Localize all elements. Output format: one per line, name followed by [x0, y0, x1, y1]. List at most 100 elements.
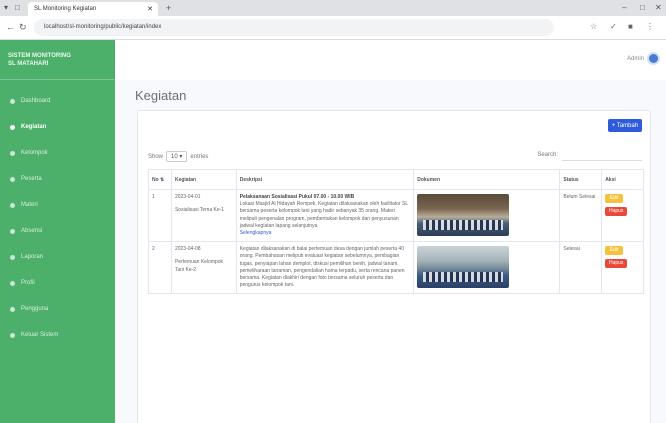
kegiatan-card: + Tambah Show 10 ▾ entries Search: No ⇅ …: [137, 110, 651, 423]
col-header-aksi[interactable]: Aksi: [601, 169, 644, 190]
sidebar-item-laporan[interactable]: Laporan: [0, 244, 115, 270]
kegiatan-name: Pertemuan Kelompok Tani Ke-2: [174, 259, 224, 273]
topbar: Admin: [115, 40, 666, 80]
browser-tab-bar: ▾ □ SL Monitoring Kegiatan ✕ + – □ ✕: [0, 0, 666, 16]
activity-photo[interactable]: [417, 194, 510, 236]
kegiatan-table: No ⇅ Kegiatan Deskripsi Dokumen Status A…: [148, 169, 644, 295]
address-bar-row: ← ↻ localhost/sl-monitoring/public/kegia…: [0, 16, 666, 40]
cell-status: Selesai: [559, 241, 603, 295]
sidebar-item-dashboard[interactable]: Dashboard: [0, 88, 115, 114]
sidebar-item-keluar[interactable]: Keluar Sistem: [0, 322, 115, 348]
avatar[interactable]: [647, 52, 660, 65]
sidebar-item-label: Kegiatan: [21, 124, 47, 130]
absensi-icon: [10, 228, 15, 234]
extensions-icon[interactable]: ✓: [610, 22, 617, 31]
entries-control: Show 10 ▾ entries: [148, 151, 208, 162]
header-label: Kegiatan: [174, 176, 197, 183]
edit-button[interactable]: Edit: [605, 246, 624, 256]
sidebar-item-label: Kelompok: [21, 150, 48, 156]
header-label: Deskripsi: [239, 176, 263, 183]
deskripsi-text: Kegiatan dilaksanakan di balai pertemuan…: [239, 246, 405, 289]
tab-close-icon[interactable]: ✕: [147, 5, 153, 13]
delete-button[interactable]: Hapus: [605, 259, 628, 269]
edit-button[interactable]: Edit: [605, 194, 624, 203]
profile-icon[interactable]: ■: [628, 22, 633, 31]
close-window-icon[interactable]: ✕: [655, 3, 662, 12]
peserta-icon: [10, 176, 15, 182]
sidebar-item-kelompok[interactable]: Kelompok: [0, 140, 115, 166]
search-label: Search:: [537, 152, 558, 158]
cell-status: Belum Selesai: [559, 188, 603, 243]
sidebar: SISTEM MONITORING SL MATAHARI Dashboard …: [0, 40, 115, 423]
star-icon[interactable]: ☆: [590, 22, 597, 31]
sidebar-item-label: Materi: [21, 202, 38, 208]
url-text: localhost/sl-monitoring/public/kegiatan/…: [44, 24, 162, 30]
new-tab-icon[interactable]: +: [166, 3, 171, 13]
cell-no: 1: [148, 188, 172, 243]
col-header-kegiatan[interactable]: Kegiatan: [170, 169, 237, 190]
entries-label: entries: [190, 153, 209, 160]
sidebar-item-peserta[interactable]: Peserta: [0, 166, 115, 192]
header-label: Dokumen: [417, 176, 441, 183]
reload-icon[interactable]: ↻: [19, 22, 27, 33]
sidebar-brand[interactable]: SISTEM MONITORING SL MATAHARI: [0, 40, 115, 80]
header-label: Status: [563, 176, 579, 183]
tab-title: SL Monitoring Kegiatan: [34, 6, 97, 12]
pengguna-icon: [10, 306, 15, 312]
deskripsi-text: Lokasi Masjid Al Hidayah Rempek. Kegiata…: [239, 201, 408, 229]
activity-photo[interactable]: [417, 246, 510, 289]
cell-deskripsi: Pelaksanaan Sosialisasi Pukul 07.00 - 10…: [235, 188, 415, 243]
col-header-status[interactable]: Status: [559, 169, 603, 190]
browser-tab[interactable]: SL Monitoring Kegiatan ✕: [28, 2, 158, 16]
brand-line-2: SL MATAHARI: [8, 61, 49, 67]
dashboard-icon: [10, 98, 15, 104]
col-header-deskripsi[interactable]: Deskripsi: [235, 169, 415, 190]
browser-menu-icon[interactable]: ▾: [4, 3, 8, 12]
sidebar-item-label: Keluar Sistem: [21, 332, 59, 338]
table-row: 2 2023-04-08 Pertemuan Kelompok Tani Ke-…: [148, 241, 644, 295]
sidebar-item-kegiatan[interactable]: Kegiatan: [0, 114, 115, 140]
entries-value: 10: [171, 154, 178, 160]
browser-more-icon[interactable]: ⋮: [646, 22, 654, 31]
sidebar-item-pengguna[interactable]: Pengguna: [0, 296, 115, 322]
materi-icon: [10, 202, 15, 208]
url-field[interactable]: localhost/sl-monitoring/public/kegiatan/…: [34, 19, 554, 36]
sidebar-item-absensi[interactable]: Absensi: [0, 218, 115, 244]
sidebar-item-label: Laporan: [21, 254, 44, 260]
kelompok-icon: [10, 150, 15, 156]
cell-no: 2: [148, 241, 172, 295]
cell-kegiatan: 2023-04-01 Sosialisasi Tema Ke-1: [170, 188, 237, 243]
col-header-dokumen[interactable]: Dokumen: [413, 169, 561, 190]
show-label: Show: [148, 153, 164, 160]
entries-select[interactable]: 10 ▾: [166, 151, 188, 162]
kegiatan-name: Sosialisasi Tema Ke-1: [174, 207, 225, 214]
logout-icon: [10, 332, 15, 338]
sidebar-item-label: Peserta: [21, 176, 42, 182]
kegiatan-date: 2023-04-08: [174, 246, 201, 253]
cell-dokumen: [413, 188, 561, 243]
table-header-row: No ⇅ Kegiatan Deskripsi Dokumen Status A…: [148, 169, 644, 190]
sidebar-item-profil[interactable]: Profil: [0, 270, 115, 296]
search-input[interactable]: [562, 149, 642, 161]
brand-line-1: SISTEM MONITORING: [8, 53, 71, 59]
read-more-link[interactable]: Selengkapnya: [240, 230, 411, 237]
add-kegiatan-button[interactable]: + Tambah: [608, 119, 642, 132]
sidebar-item-label: Absensi: [21, 228, 43, 234]
page-title: Kegiatan: [135, 88, 187, 103]
table-row: 1 2023-04-01 Sosialisasi Tema Ke-1 Pelak…: [148, 188, 644, 243]
col-header-no[interactable]: No ⇅: [148, 169, 172, 190]
sidebar-item-materi[interactable]: Materi: [0, 192, 115, 218]
cell-aksi: Edit Hapus: [601, 188, 644, 243]
back-icon[interactable]: ←: [6, 22, 15, 32]
cell-deskripsi: Kegiatan dilaksanakan di balai pertemuan…: [235, 241, 415, 295]
main-content: Kegiatan + Tambah Show 10 ▾ entries Sear…: [115, 80, 666, 423]
minimize-icon[interactable]: –: [622, 3, 626, 12]
user-name[interactable]: Admin: [627, 56, 644, 62]
maximize-icon[interactable]: □: [640, 3, 645, 12]
delete-button[interactable]: Hapus: [605, 207, 628, 216]
photo-crowd: [423, 272, 504, 283]
profil-icon: [10, 280, 15, 286]
tab-group-icon[interactable]: □: [15, 3, 20, 12]
search-control: Search:: [537, 149, 642, 161]
header-label: Aksi: [605, 176, 616, 183]
